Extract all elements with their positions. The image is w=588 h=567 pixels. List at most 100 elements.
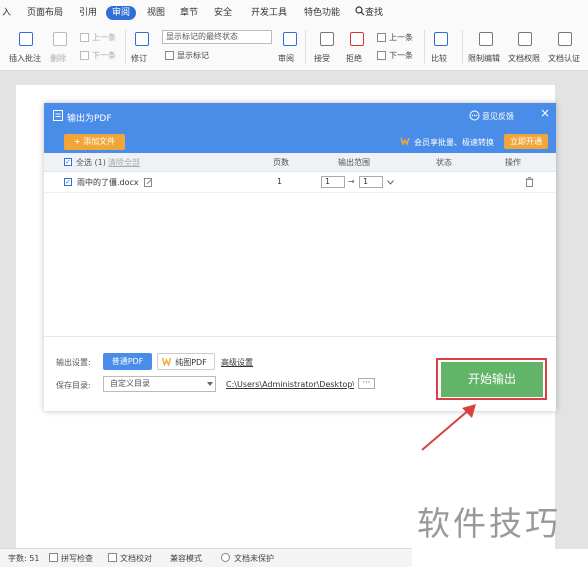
next-change-button[interactable]: 下一条 <box>389 50 413 61</box>
doc-permission-button[interactable]: 文档权限 <box>508 53 540 64</box>
search-tab[interactable]: 查找 <box>355 6 383 20</box>
accept-button[interactable]: 接受 <box>314 53 330 64</box>
add-file-button[interactable]: + 添加文件 <box>64 134 125 150</box>
dialog-divider <box>44 336 556 337</box>
status-bar: 字数: 51 拼写检查 文档校对 兼容模式 文档未保护 <box>0 548 412 567</box>
page-count: 1 <box>277 177 283 186</box>
col-status: 状态 <box>436 158 452 167</box>
pdf-icon <box>53 110 63 121</box>
feedback-icon <box>469 110 480 121</box>
tab-page-layout[interactable]: 页面布局 <box>27 6 63 20</box>
accept-icon <box>320 32 334 46</box>
vip-crown-icon <box>162 357 171 366</box>
markup-state-select[interactable]: 显示标记的最终状态 <box>162 30 272 44</box>
tab-features[interactable]: 特色功能 <box>304 6 340 20</box>
spell-check-button[interactable]: 拼写检查 <box>61 553 93 564</box>
doc-permission-icon <box>518 32 532 46</box>
browse-button[interactable]: ··· <box>358 378 375 389</box>
doc-auth-button[interactable]: 文档认证 <box>548 53 580 64</box>
spell-check-icon <box>49 553 58 562</box>
watermark: 软件技巧 <box>417 504 561 543</box>
delete-comment-icon <box>53 32 67 46</box>
next-change-icon <box>377 51 386 60</box>
tab-security[interactable]: 安全 <box>214 6 232 20</box>
tab-view[interactable]: 视图 <box>147 6 165 20</box>
file-name: 雨中的了僵.docx <box>77 178 139 187</box>
restrict-edit-icon <box>479 32 493 46</box>
col-range: 输出范围 <box>338 158 370 167</box>
delete-comment-button[interactable]: 删除 <box>50 53 66 64</box>
range-arrow: → <box>348 177 355 186</box>
doc-protection-status[interactable]: 文档未保护 <box>234 553 274 564</box>
toolbar-divider <box>462 30 463 64</box>
range-to-value: 1 <box>363 177 369 186</box>
tab-section[interactable]: 章节 <box>180 6 198 20</box>
review-pane-icon <box>283 32 297 46</box>
chevron-down-icon <box>207 382 213 386</box>
col-pages: 页数 <box>273 158 289 167</box>
prev-comment-button[interactable]: 上一条 <box>92 32 116 43</box>
select-all-checkbox[interactable]: ✓ <box>64 158 72 166</box>
ribbon-tab-bar: 入 页面布局 引用 审阅 视图 章节 安全 开发工具 特色功能 查找 <box>0 0 588 26</box>
vip-open-button[interactable]: 立即开通 <box>504 134 548 149</box>
file-checkbox[interactable]: ✓ <box>64 178 72 186</box>
show-markup-icon <box>165 51 174 60</box>
insert-comment-icon <box>19 32 33 46</box>
feedback-link[interactable]: 意见反馈 <box>482 111 514 122</box>
dialog-title: 输出为PDF <box>67 114 112 124</box>
word-count: 字数: 51 <box>8 554 40 563</box>
range-to-input[interactable]: 1 <box>359 176 383 188</box>
chevron-down-icon[interactable] <box>387 180 394 185</box>
compare-button[interactable]: 比较 <box>431 53 447 64</box>
doc-auth-icon <box>558 32 572 46</box>
output-settings-label: 输出设置: <box>56 358 91 367</box>
revise-icon <box>135 32 149 46</box>
file-table-header: ✓ 全选 (1) 清除全部 页数 输出范围 状态 操作 <box>44 153 556 172</box>
range-from-value: 1 <box>325 177 331 186</box>
prev-comment-icon <box>80 33 89 42</box>
tab-review[interactable]: 审阅 <box>106 6 137 20</box>
toolbar-divider <box>305 30 306 64</box>
save-path[interactable]: C:\Users\Administrator\Desktop\ <box>226 380 354 389</box>
vip-promo-text: 会员享批量、极速转换 <box>414 138 494 147</box>
normal-pdf-button[interactable]: 普通PDF <box>103 353 152 370</box>
advanced-settings-link[interactable]: 高级设置 <box>221 357 253 368</box>
next-comment-icon <box>80 51 89 60</box>
doc-proof-button[interactable]: 文档校对 <box>120 553 152 564</box>
search-label: 查找 <box>365 8 384 18</box>
reject-button[interactable]: 拒绝 <box>346 53 362 64</box>
prev-change-icon <box>377 33 386 42</box>
rename-icon[interactable] <box>144 178 153 187</box>
compare-icon <box>434 32 448 46</box>
save-dir-label: 保存目录: <box>56 381 91 390</box>
annotation-arrow <box>421 404 476 451</box>
close-icon[interactable]: × <box>540 106 550 120</box>
protect-icon <box>221 553 230 562</box>
save-dir-select[interactable]: 自定义目录 <box>103 376 216 392</box>
toolbar-divider <box>424 30 425 64</box>
clear-all-link[interactable]: 清除全部 <box>108 157 140 168</box>
reject-icon <box>350 32 364 46</box>
col-action: 操作 <box>505 158 521 167</box>
markup-state-value: 显示标记的最终状态 <box>166 32 238 41</box>
insert-comment-button[interactable]: 插入批注 <box>9 53 41 64</box>
revise-button[interactable]: 修订 <box>131 53 147 64</box>
save-dir-value: 自定义目录 <box>110 379 150 388</box>
tab-references[interactable]: 引用 <box>79 6 97 20</box>
toolbar-divider <box>125 30 126 64</box>
highlight-box <box>436 358 547 400</box>
table-row: ✓ 雨中的了僵.docx 1 1 → 1 <box>44 172 556 193</box>
tab-insert[interactable]: 入 <box>2 6 11 20</box>
compat-mode: 兼容模式 <box>170 554 202 563</box>
review-pane-button[interactable]: 审阅 <box>278 53 294 64</box>
restrict-edit-button[interactable]: 限制编辑 <box>468 53 500 64</box>
show-markup-button[interactable]: 显示标记 <box>177 50 209 61</box>
next-comment-button[interactable]: 下一条 <box>92 50 116 61</box>
vip-crown-icon <box>400 137 410 146</box>
trash-icon[interactable] <box>525 177 534 187</box>
tab-developer[interactable]: 开发工具 <box>251 6 287 20</box>
search-icon <box>355 6 365 16</box>
prev-change-button[interactable]: 上一条 <box>389 32 413 43</box>
ribbon-toolbar: 插入批注 删除 上一条 下一条 修订 显示标记的最终状态 显示标记 审阅 接受 … <box>0 26 588 71</box>
range-from-input[interactable]: 1 <box>321 176 345 188</box>
